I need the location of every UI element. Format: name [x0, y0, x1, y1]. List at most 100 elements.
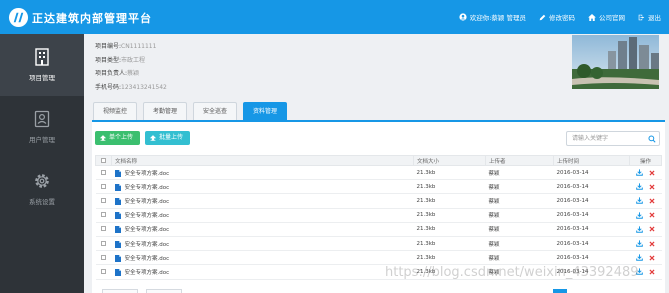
file-uploader: 蔡颖	[485, 236, 554, 252]
tab-attendance[interactable]: 考勤管理	[143, 102, 188, 120]
file-date: 2016-03-14	[553, 250, 630, 266]
file-size: 21.3kb	[413, 165, 486, 181]
column-header-uploader[interactable]: 上传者	[485, 155, 554, 166]
search-icon[interactable]	[648, 135, 656, 143]
tab-safety[interactable]: 安全巡查	[193, 102, 238, 120]
project-phone-row: 手机号码:123413241542	[95, 83, 167, 91]
file-size: 21.3kb	[413, 179, 486, 195]
logout-label: 退出	[648, 14, 661, 22]
document-icon	[114, 212, 121, 220]
project-owner-row: 项目负责人:蔡颖	[95, 70, 140, 77]
select-all-checkbox[interactable]	[95, 155, 112, 166]
row-checkbox[interactable]	[95, 250, 112, 266]
table-header-row: 文档名称 文档大小 上传者 上传时间 操作	[95, 155, 662, 166]
change-password-link[interactable]: 修改密码	[539, 12, 575, 22]
pager-button[interactable]	[102, 289, 138, 293]
upload-icon	[150, 135, 156, 141]
sidebar: 项目管理 用户管理 系统设置	[0, 34, 84, 293]
download-icon[interactable]	[636, 226, 643, 233]
pager-button[interactable]	[146, 289, 182, 293]
file-name-cell[interactable]: 安全专项方案.doc	[111, 165, 414, 181]
row-checkbox[interactable]	[95, 208, 112, 223]
file-uploader: 蔡颖	[485, 222, 554, 237]
download-icon[interactable]	[636, 240, 643, 247]
table-row[interactable]: 安全专项方案.doc 21.3kb 蔡颖 2016-03-14	[95, 193, 662, 209]
file-name: 安全专项方案.doc	[124, 269, 170, 276]
table-row[interactable]: 安全专项方案.doc 21.3kb 蔡颖 2016-03-14	[95, 165, 662, 181]
download-icon[interactable]	[636, 212, 643, 219]
delete-icon[interactable]	[649, 241, 655, 247]
table-row[interactable]: 安全专项方案.doc 21.3kb 蔡颖 2016-03-14	[95, 236, 662, 252]
project-number-row: 项目编号:CN1111111	[95, 43, 157, 50]
company-site-label: 公司官网	[599, 14, 625, 22]
file-name-cell[interactable]: 安全专项方案.doc	[111, 193, 414, 209]
delete-icon[interactable]	[649, 170, 655, 176]
delete-icon[interactable]	[649, 184, 655, 190]
delete-icon[interactable]	[649, 255, 655, 261]
download-icon[interactable]	[636, 169, 643, 176]
column-header-size[interactable]: 文档大小	[413, 155, 486, 166]
file-name-cell[interactable]: 安全专项方案.doc	[111, 250, 414, 266]
document-icon	[114, 183, 121, 191]
user-menu[interactable]: 欢迎你:蔡颖 管理员	[459, 12, 526, 22]
table-row[interactable]: 安全专项方案.doc 21.3kb 蔡颖 2016-03-14	[95, 179, 662, 195]
download-icon[interactable]	[636, 254, 643, 262]
document-icon	[114, 169, 121, 177]
logout-link[interactable]: 退出	[638, 12, 661, 22]
single-upload-button[interactable]: 单个上传	[95, 131, 141, 145]
tab-video[interactable]: 视频监控	[93, 102, 138, 120]
column-header-actions: 操作	[629, 155, 662, 166]
download-icon[interactable]	[636, 183, 643, 191]
table-row[interactable]: 安全专项方案.doc 21.3kb 蔡颖 2016-03-14	[95, 208, 662, 223]
row-checkbox[interactable]	[95, 222, 112, 237]
upload-icon	[100, 135, 106, 141]
delete-icon[interactable]	[649, 269, 655, 275]
search-box	[566, 131, 660, 146]
file-name-cell[interactable]: 安全专项方案.doc	[111, 179, 414, 195]
table-row[interactable]: 安全专项方案.doc 21.3kb 蔡颖 2016-03-14	[95, 222, 662, 237]
file-name: 安全专项方案.doc	[124, 198, 170, 205]
batch-upload-button[interactable]: 批量上传	[145, 131, 191, 145]
file-uploader: 蔡颖	[485, 208, 554, 223]
gear-icon	[35, 174, 49, 188]
project-photo	[572, 35, 659, 89]
delete-icon[interactable]	[649, 212, 655, 218]
sidebar-item-settings[interactable]: 系统设置	[0, 158, 84, 220]
pencil-icon	[539, 14, 546, 20]
column-header-date[interactable]: 上传时间	[553, 155, 630, 166]
delete-icon[interactable]	[649, 226, 655, 232]
row-checkbox[interactable]	[95, 193, 112, 209]
file-date: 2016-03-14	[553, 236, 630, 252]
file-size: 21.3kb	[413, 250, 486, 266]
file-uploader: 蔡颖	[485, 179, 554, 195]
file-name-cell[interactable]: 安全专项方案.doc	[111, 208, 414, 223]
row-checkbox[interactable]	[95, 236, 112, 252]
table-row[interactable]: 安全专项方案.doc 21.3kb 蔡颖 2016-03-14	[95, 250, 662, 266]
sidebar-item-projects[interactable]: 项目管理	[0, 34, 84, 96]
row-checkbox[interactable]	[95, 179, 112, 195]
top-bar: 正达建筑内部管理平台 欢迎你:蔡颖 管理员 修改密码 公司官网 退出	[0, 0, 669, 34]
row-actions	[629, 193, 662, 209]
file-date: 2016-03-14	[553, 222, 630, 237]
download-icon[interactable]	[636, 197, 643, 205]
row-actions	[629, 250, 662, 266]
file-uploader: 蔡颖	[485, 193, 554, 209]
row-checkbox[interactable]	[95, 264, 112, 280]
row-actions	[629, 208, 662, 223]
company-site-link[interactable]: 公司官网	[588, 12, 625, 22]
column-header-name[interactable]: 文档名称	[111, 155, 414, 166]
row-actions	[629, 179, 662, 195]
welcome-text: 欢迎你:蔡颖 管理员	[469, 14, 526, 22]
pager-button[interactable]	[553, 289, 567, 293]
file-name-cell[interactable]: 安全专项方案.doc	[111, 222, 414, 237]
file-name-cell[interactable]: 安全专项方案.doc	[111, 236, 414, 252]
sidebar-item-users[interactable]: 用户管理	[0, 96, 84, 158]
delete-icon[interactable]	[649, 198, 655, 204]
logout-icon	[638, 14, 645, 20]
file-size: 21.3kb	[413, 193, 486, 209]
row-actions	[629, 236, 662, 252]
tab-documents[interactable]: 资料管理	[243, 102, 288, 120]
file-name-cell[interactable]: 安全专项方案.doc	[111, 264, 414, 280]
search-input[interactable]	[567, 132, 645, 145]
row-checkbox[interactable]	[95, 165, 112, 181]
